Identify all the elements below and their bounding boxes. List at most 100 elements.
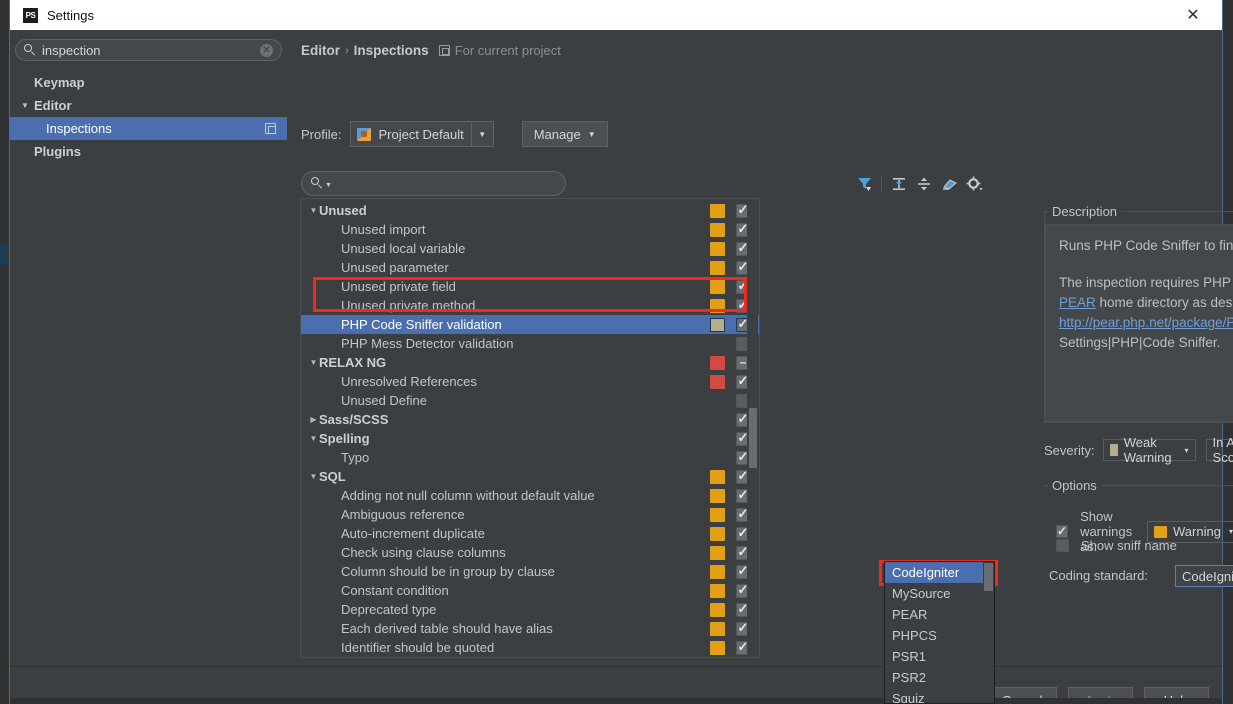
tree-row[interactable]: ▼ RELAX NG – [301, 353, 759, 372]
tree-row[interactable]: Unused local variable ✓ [301, 239, 759, 258]
profile-row: Profile: Project Default ▼ Manage ▼ [301, 121, 608, 147]
tree-row[interactable]: Deprecated type ✓ [301, 600, 759, 619]
coding-standard-combo[interactable]: CodeIgniter ▾ [1175, 565, 1233, 587]
tree-row[interactable]: Column should be in group by clause ✓ [301, 562, 759, 581]
tree-row[interactable]: ▼ Spelling ✓ [301, 429, 759, 448]
severity-swatch[interactable] [710, 583, 725, 598]
coding-standard-value: CodeIgniter [1182, 568, 1233, 584]
tree-row[interactable]: Identifier should be quoted ✓ [301, 638, 759, 657]
severity-swatch[interactable] [710, 640, 725, 655]
pear-link[interactable]: PEAR [1059, 295, 1096, 310]
severity-swatch[interactable] [710, 374, 725, 389]
sidebar-item-inspections[interactable]: Inspections [10, 117, 287, 140]
manage-button[interactable]: Manage ▼ [521, 121, 608, 147]
tree-row[interactable]: PHP Code Sniffer validation ✓ [301, 315, 759, 334]
severity-swatch[interactable] [710, 507, 725, 522]
search-icon [24, 43, 37, 57]
severity-swatch[interactable] [710, 222, 725, 237]
severity-swatch[interactable] [710, 298, 725, 313]
severity-swatch[interactable] [710, 526, 725, 541]
tree-row[interactable]: Each derived table should have alias ✓ [301, 619, 759, 638]
dropdown-item[interactable]: Squiz [885, 688, 994, 703]
tree-row[interactable]: Unused private field ✓ [301, 277, 759, 296]
dropdown-scroll-thumb[interactable] [984, 563, 993, 591]
dropdown-item[interactable]: PSR2 [885, 667, 994, 688]
twisty-icon[interactable]: ▼ [308, 358, 319, 367]
dropdown-item[interactable]: PEAR [885, 604, 994, 625]
tree-row-label: SQL [319, 469, 346, 484]
profile-combo[interactable]: Project Default ▼ [350, 121, 494, 147]
dropdown-item[interactable]: PHPCS [885, 625, 994, 646]
settings-search-box[interactable]: inspection ✕ [15, 39, 282, 61]
dropdown-item[interactable]: PSR1 [885, 646, 994, 667]
twisty-icon [21, 78, 31, 88]
severity-swatch[interactable] [710, 488, 725, 503]
tree-row[interactable]: Check using clause columns ✓ [301, 543, 759, 562]
severity-combo[interactable]: Weak Warning ▾ [1102, 435, 1196, 465]
severity-swatch[interactable] [710, 564, 725, 579]
severity-swatch[interactable] [710, 621, 725, 636]
tree-row[interactable]: Unresolved References ✓ [301, 372, 759, 391]
severity-swatch[interactable] [710, 279, 725, 294]
tree-row-label: RELAX NG [319, 355, 387, 370]
twisty-icon[interactable]: ▼ [308, 434, 319, 443]
tree-row-label: Unused private field [341, 279, 456, 294]
twisty-icon[interactable]: ▼ [308, 472, 319, 481]
severity-swatch[interactable] [710, 203, 725, 218]
search-input[interactable]: inspection [42, 43, 101, 58]
tree-row-label: PHP Code Sniffer validation [341, 317, 502, 332]
tree-row[interactable]: PHP Mess Detector validation [301, 334, 759, 353]
tree-row[interactable]: ▼ SQL ✓ [301, 467, 759, 486]
severity-swatch[interactable] [710, 355, 725, 370]
tree-row[interactable]: ▼ Unused ✓ [301, 201, 759, 220]
show-sniff-checkbox[interactable] [1056, 539, 1069, 552]
sidebar-item-editor[interactable]: ▼ Editor [10, 94, 287, 117]
twisty-icon[interactable]: ▼ [308, 206, 319, 215]
expand-all-icon[interactable] [888, 173, 910, 194]
phpstorm-icon: PS [23, 7, 38, 23]
dropdown-scrollbar[interactable] [983, 562, 994, 703]
twisty-icon[interactable]: ▶ [308, 415, 319, 424]
tree-row[interactable]: Unused Define [301, 391, 759, 410]
clear-icon[interactable]: ✕ [260, 43, 273, 57]
severity-swatch[interactable] [710, 469, 725, 484]
breadcrumb-inspections[interactable]: Inspections [354, 43, 429, 58]
tree-row[interactable]: Ambiguous reference ✓ [301, 505, 759, 524]
tree-row[interactable]: Typo ✓ [301, 448, 759, 467]
coding-standard-dropdown[interactable]: CodeIgniter MySource PEAR PHPCS PSR1 PSR2 Squi… [884, 561, 995, 704]
show-warnings-checkbox[interactable]: ✓ [1056, 525, 1069, 538]
severity-swatch[interactable] [710, 317, 725, 332]
tree-row[interactable]: Constant condition ✓ [301, 581, 759, 600]
reset-icon[interactable] [938, 173, 960, 194]
scope-combo[interactable]: In All Scopes ▾ [1205, 435, 1233, 465]
tree-row[interactable]: Unused private method ✓ [301, 296, 759, 315]
filter-icon[interactable] [853, 173, 875, 194]
sidebar-item-keymap[interactable]: Keymap [10, 71, 287, 94]
tree-row[interactable]: ▶ Sass/SCSS ✓ [301, 410, 759, 429]
severity-swatch[interactable] [710, 260, 725, 275]
inspection-search-box[interactable]: ▼ [301, 171, 566, 196]
severity-swatch[interactable] [710, 241, 725, 256]
close-icon[interactable]: ✕ [1172, 0, 1214, 30]
tree-row[interactable]: Unused import ✓ [301, 220, 759, 239]
tree-row-label: Unused private method [341, 298, 476, 313]
tree-row[interactable]: Adding not null column without default v… [301, 486, 759, 505]
codesniffer-url-link[interactable]: http://pear.php.net/package/PHP_CodeSnif… [1059, 315, 1233, 330]
sidebar-item-plugins[interactable]: Plugins [10, 140, 287, 163]
collapse-all-icon[interactable] [913, 173, 935, 194]
tree-scrollbar[interactable] [747, 200, 758, 657]
severity-swatch[interactable] [710, 545, 725, 560]
severity-swatch[interactable] [710, 602, 725, 617]
desc-text-b: home directory as described here: [1099, 295, 1233, 310]
tree-scroll-thumb[interactable] [749, 408, 757, 468]
tree-row[interactable]: Unused parameter ✓ [301, 258, 759, 277]
tree-row-label: Auto-increment duplicate [341, 526, 485, 541]
dropdown-item[interactable]: CodeIgniter [885, 562, 994, 583]
breadcrumb-editor[interactable]: Editor [301, 43, 340, 58]
copy-icon[interactable] [265, 123, 276, 134]
tree-row[interactable]: Auto-increment duplicate ✓ [301, 524, 759, 543]
inspection-tree[interactable]: ▼ Unused ✓ Unused import ✓ Unused local varia… [300, 198, 760, 658]
dropdown-item[interactable]: MySource [885, 583, 994, 604]
chevron-down-icon: ▼ [470, 122, 493, 146]
gear-icon[interactable] [963, 173, 985, 194]
